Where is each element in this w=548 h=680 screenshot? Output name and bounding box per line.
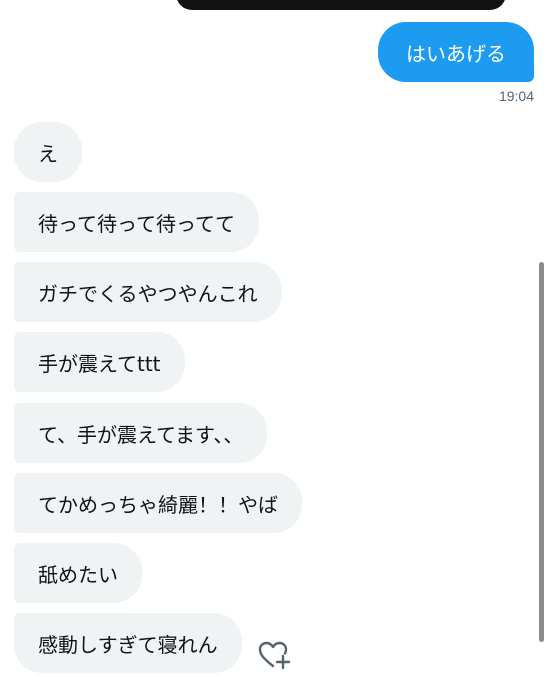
shared-media-preview[interactable] <box>176 0 506 10</box>
received-message-bubble[interactable]: て、手が震えてます、、 <box>14 403 268 463</box>
add-reaction-button[interactable] <box>258 640 292 670</box>
dm-conversation: はいあげる 19:04 え 待って待って待ってて ガチでくるやつやんこれ 手が震… <box>0 0 548 680</box>
scrollbar[interactable] <box>538 262 544 672</box>
received-message-bubble[interactable]: ガチでくるやつやんこれ <box>14 262 282 322</box>
received-message-bubble[interactable]: 感動しすぎて寝れん <box>14 613 242 673</box>
received-message-text: え <box>38 141 58 166</box>
received-message-text: 感動しすぎて寝れん <box>38 632 218 657</box>
received-message-text: 待って待って待ってて <box>38 211 235 236</box>
add-reaction-heart-icon <box>258 641 291 670</box>
received-message-text: ガチでくるやつやんこれ <box>38 281 258 306</box>
received-message-bubble[interactable]: 舐めたい <box>14 543 142 603</box>
received-message-text: 舐めたい <box>38 562 118 587</box>
received-message-text: てかめっちゃ綺麗！！やば <box>38 492 278 517</box>
message-timestamp: 19:04 <box>498 88 534 104</box>
received-message-bubble[interactable]: 手が震えてttt <box>14 332 185 392</box>
received-message-bubble[interactable]: てかめっちゃ綺麗！！やば <box>14 473 302 533</box>
sent-message-text: はいあげる <box>406 41 506 66</box>
received-message-text: 手が震えてttt <box>38 351 161 376</box>
scrollbar-thumb[interactable] <box>539 262 544 642</box>
received-message-bubble[interactable]: 待って待って待ってて <box>14 192 259 252</box>
sent-message-bubble[interactable]: はいあげる <box>378 22 534 82</box>
received-message-bubble[interactable]: え <box>14 122 82 182</box>
received-message-text: て、手が震えてます、、 <box>38 422 244 447</box>
